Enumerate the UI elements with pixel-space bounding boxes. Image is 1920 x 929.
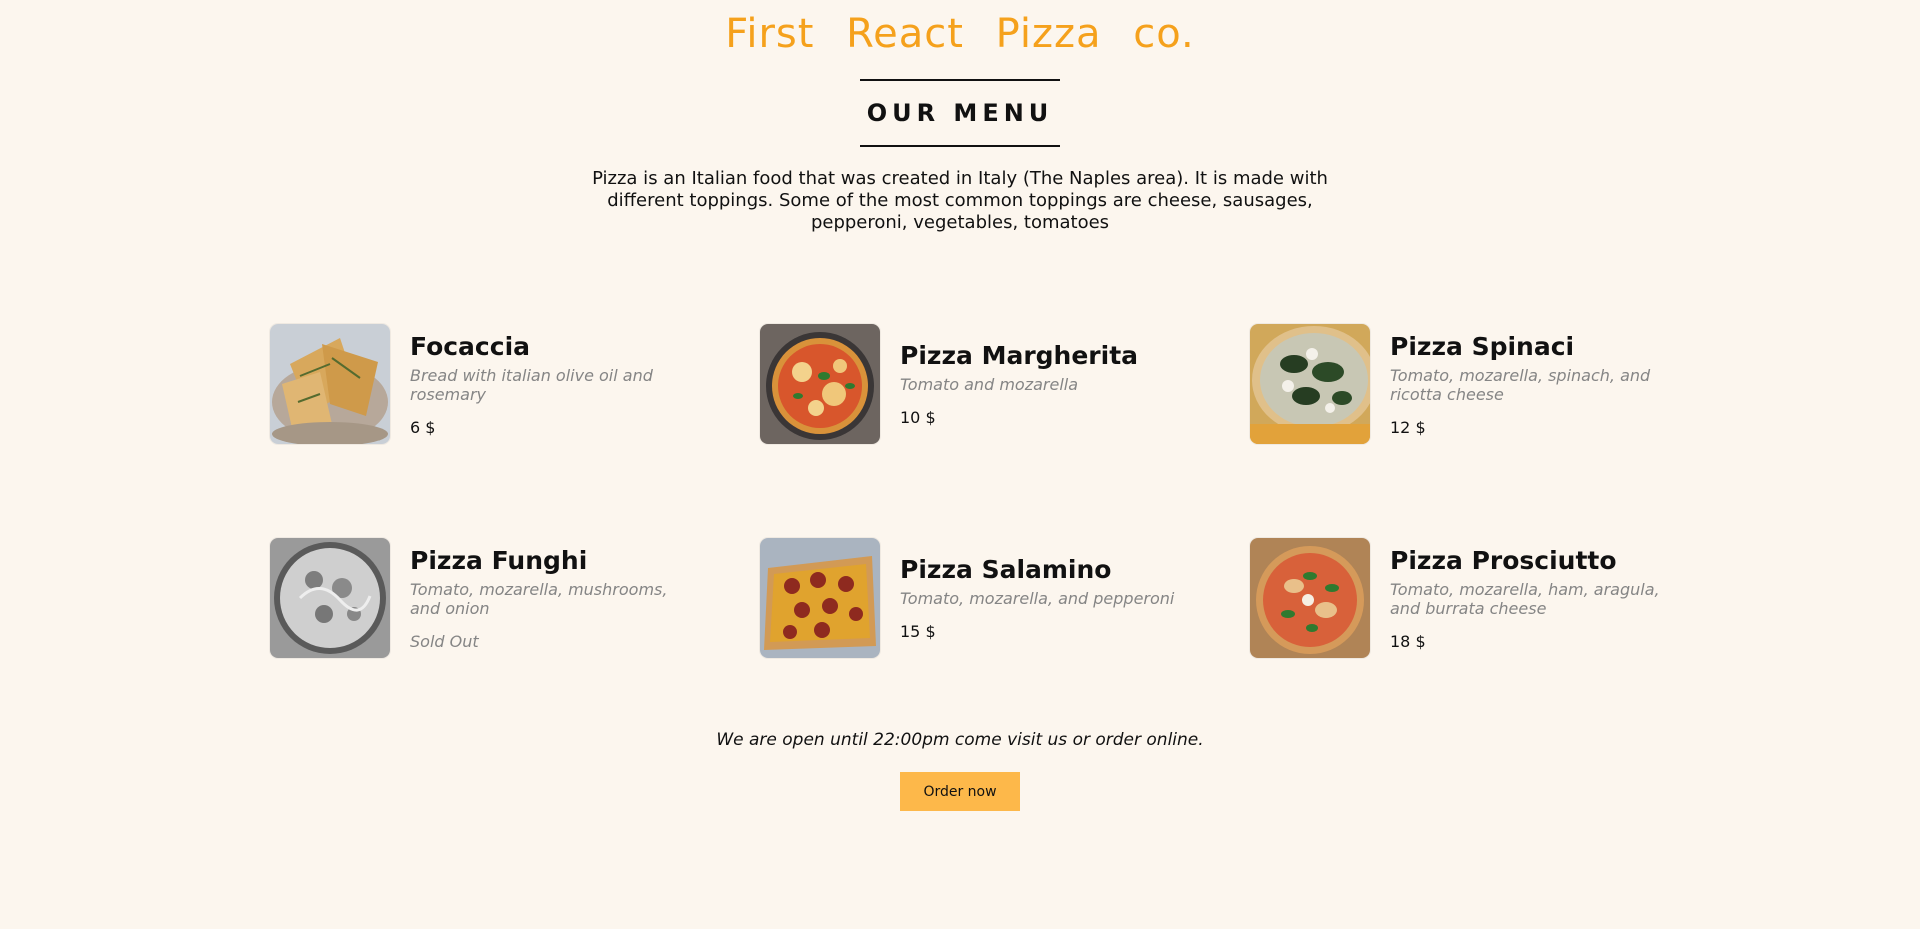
menu-item-margherita: Pizza Margherita Tomato and mozarella 10… [760,324,1200,444]
header: First React Pizza co. [0,0,1920,58]
brand-title: First React Pizza co. [725,11,1195,57]
item-price: 15 $ [900,622,936,641]
menu-item-salamino: Pizza Salamino Tomato, mozarella, and pe… [760,538,1200,658]
item-price: 6 $ [410,417,436,437]
menu-item-funghi: Pizza Funghi Tomato, mozarella, mushroom… [270,538,710,658]
menu-title: OUR MENU [860,79,1060,147]
focaccia-photo [270,324,390,444]
salamino-photo [760,538,880,658]
item-ingredients: Bread with italian olive oil and rosemar… [410,365,653,404]
opening-hours-text: We are open until 22:00pm come visit us … [716,730,1204,750]
menu-intro: Pizza is an Italian food that was create… [592,168,1328,233]
margherita-photo [760,324,880,444]
spinaci-photo [1250,324,1370,444]
item-ingredients: Tomato, mozarella, and pepperoni [900,589,1175,608]
item-ingredients: Tomato, mozarella, ham, aragula, and bur… [1390,579,1660,618]
menu-item-spinaci: Pizza Spinaci Tomato, mozarella, spinach… [1250,324,1690,444]
item-price: 18 $ [1390,631,1426,651]
item-name: Pizza Funghi [410,545,588,575]
item-name: Pizza Spinaci [1390,331,1575,361]
item-name: Focaccia [410,331,531,361]
menu-item-focaccia: Focaccia Bread with italian olive oil an… [270,324,710,444]
funghi-photo [270,538,390,658]
item-price: 12 $ [1390,417,1426,437]
menu-item-prosciutto: Pizza Prosciutto Tomato, mozarella, ham,… [1250,538,1690,658]
item-ingredients: Tomato, mozarella, mushrooms, and onion [410,579,668,618]
sold-out-label: Sold Out [410,631,479,651]
item-name: Pizza Salamino [900,555,1112,584]
item-name: Pizza Prosciutto [1390,545,1617,575]
item-ingredients: Tomato, mozarella, spinach, and ricotta … [1390,365,1651,404]
item-price: 10 $ [900,408,936,427]
item-ingredients: Tomato and mozarella [900,375,1079,394]
item-name: Pizza Margherita [900,341,1139,370]
prosciutto-photo [1250,538,1370,658]
order-now-button[interactable]: Order now [900,772,1020,811]
